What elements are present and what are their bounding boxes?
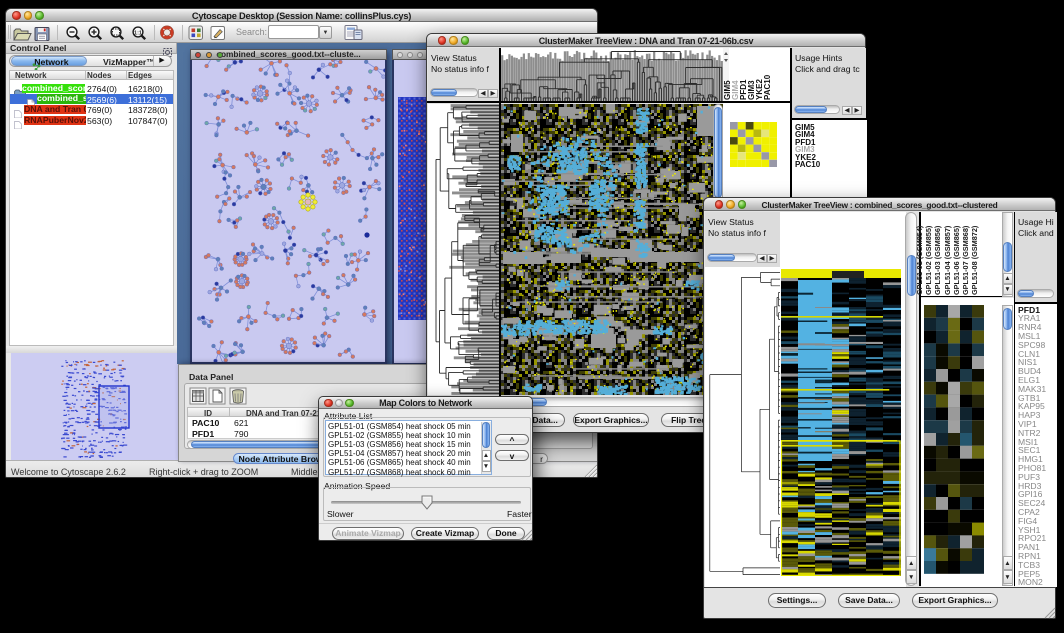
svg-text:1:1: 1:1: [134, 30, 142, 36]
